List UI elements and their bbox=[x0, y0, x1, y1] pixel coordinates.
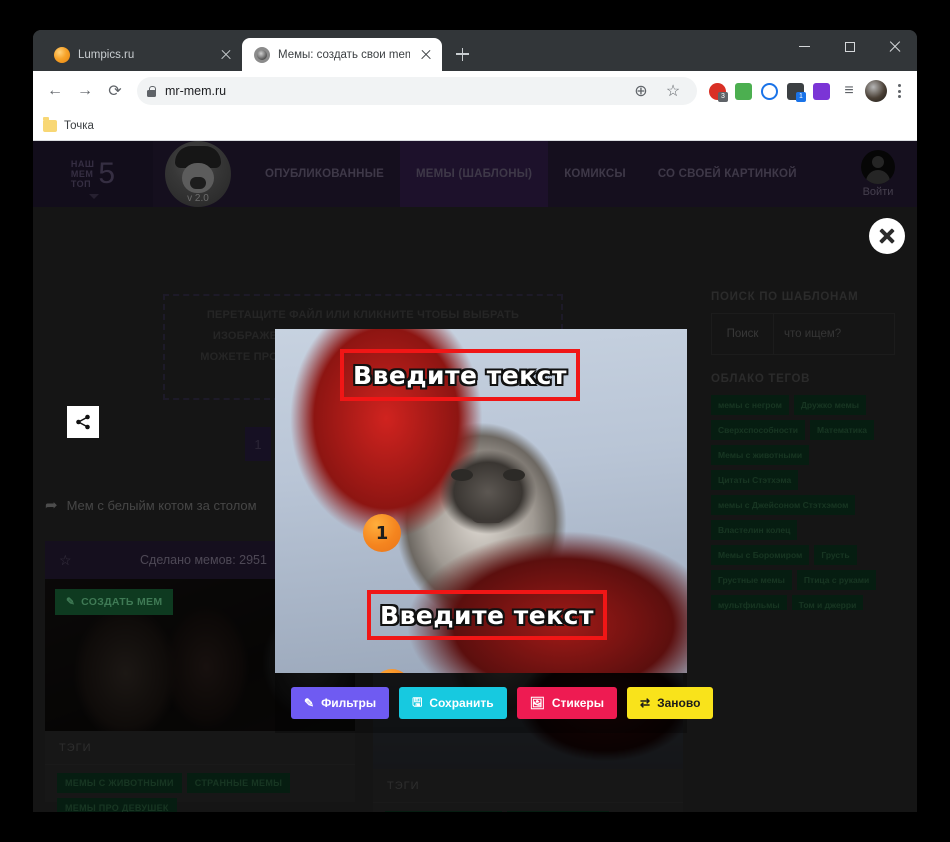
close-circle-icon bbox=[879, 228, 895, 244]
filters-button[interactable]: ✎ Фильтры bbox=[291, 687, 390, 719]
refresh-icon: ⇄ bbox=[640, 696, 651, 710]
window-close-button[interactable] bbox=[872, 30, 917, 63]
screenshot-root: Lumpics.ru Мемы: создать свои memes онл … bbox=[0, 0, 950, 842]
window-controls bbox=[782, 30, 917, 71]
url-text: mr-mem.ru bbox=[165, 84, 227, 98]
meme-face-icon bbox=[254, 46, 270, 63]
meme-editor-canvas[interactable]: Введите текст 1 Введите текст 2 bbox=[275, 329, 687, 673]
save-disk-icon: 🖫 bbox=[412, 694, 423, 709]
address-bar[interactable]: mr-mem.ru ⊕ ☆ bbox=[137, 77, 697, 105]
package-extension-icon[interactable]: 1 bbox=[783, 79, 807, 103]
music-extension-icon[interactable] bbox=[731, 79, 755, 103]
back-button[interactable]: ← bbox=[41, 77, 69, 105]
browser-window: Lumpics.ru Мемы: создать свои memes онл … bbox=[33, 30, 917, 812]
bookmarks-bar: Точка bbox=[33, 111, 917, 141]
stickers-button[interactable]: 🖼 Стикеры bbox=[516, 687, 618, 719]
magic-wand-icon: ✎ bbox=[66, 596, 76, 608]
meme-text-bottom[interactable]: Введите текст bbox=[367, 590, 607, 640]
tab-strip: Lumpics.ru Мемы: создать свои memes онл bbox=[42, 38, 476, 71]
save-button[interactable]: 🖫 Сохранить bbox=[399, 687, 507, 719]
recorder-extension-icon[interactable]: 3 bbox=[705, 79, 729, 103]
bookmark-label: Точка bbox=[64, 119, 94, 132]
meme-editor-toolbar: ✎ Фильтры 🖫 Сохранить 🖼 Стикеры ⇄ Заново bbox=[275, 673, 714, 733]
orange-circle-icon bbox=[54, 46, 70, 63]
forward-button[interactable]: → bbox=[71, 77, 99, 105]
new-tab-button[interactable] bbox=[448, 40, 476, 68]
folder-icon bbox=[43, 117, 57, 132]
three-dot-menu-icon[interactable] bbox=[889, 83, 909, 99]
create-meme-button[interactable]: ✎ СОЗДАТЬ МЕМ bbox=[55, 589, 174, 615]
reload-button[interactable]: ⟳ bbox=[101, 77, 129, 105]
modal-close-button[interactable] bbox=[869, 218, 905, 254]
create-meme-label: СОЗДАТЬ МЕМ bbox=[81, 596, 163, 608]
reading-list-icon[interactable]: ≡ bbox=[835, 77, 863, 105]
meme-text-top[interactable]: Введите текст bbox=[340, 349, 580, 401]
tab-memes[interactable]: Мемы: создать свои memes онл bbox=[242, 38, 442, 71]
tab-title: Lumpics.ru bbox=[78, 48, 135, 61]
bookmark-star-icon[interactable]: ☆ bbox=[659, 77, 687, 105]
image-icon: 🖼 bbox=[529, 696, 545, 710]
filters-label: Фильтры bbox=[321, 696, 377, 710]
install-app-icon[interactable]: ⊕ bbox=[627, 77, 655, 105]
reset-label: Заново bbox=[657, 696, 701, 710]
stickers-label: Стикеры bbox=[551, 696, 605, 710]
browser-toolbar: ← → ⟳ mr-mem.ru ⊕ ☆ 3 1 ≡ bbox=[33, 71, 917, 111]
omnibox-actions: ⊕ ☆ bbox=[627, 77, 687, 105]
tab-lumpics[interactable]: Lumpics.ru bbox=[42, 38, 242, 71]
globe-extension-icon[interactable] bbox=[757, 79, 781, 103]
magic-wand-icon: ✎ bbox=[304, 696, 315, 710]
reset-button[interactable]: ⇄ Заново bbox=[627, 687, 714, 719]
step-badge-1: 1 bbox=[363, 514, 401, 552]
tab-title: Мемы: создать свои memes онл bbox=[278, 48, 410, 61]
browser-titlebar: Lumpics.ru Мемы: создать свои memes онл bbox=[33, 30, 917, 71]
tab-close-icon[interactable] bbox=[218, 47, 234, 63]
share-float-button[interactable] bbox=[67, 406, 99, 438]
lock-icon bbox=[147, 85, 156, 97]
minimize-button[interactable] bbox=[782, 30, 827, 63]
share-nodes-icon bbox=[76, 414, 90, 430]
ab-extension-icon[interactable] bbox=[809, 79, 833, 103]
save-label: Сохранить bbox=[429, 696, 494, 710]
profile-avatar-icon[interactable] bbox=[865, 80, 887, 102]
maximize-button[interactable] bbox=[827, 30, 872, 63]
bookmark-item-tochka[interactable]: Точка bbox=[43, 117, 94, 132]
web-page: НАШ МЕМ ТОП 5 v 2.0 ОПУБЛИКОВАННЫЕ МЕМЫ … bbox=[33, 141, 917, 812]
tab-close-icon[interactable] bbox=[418, 47, 434, 63]
